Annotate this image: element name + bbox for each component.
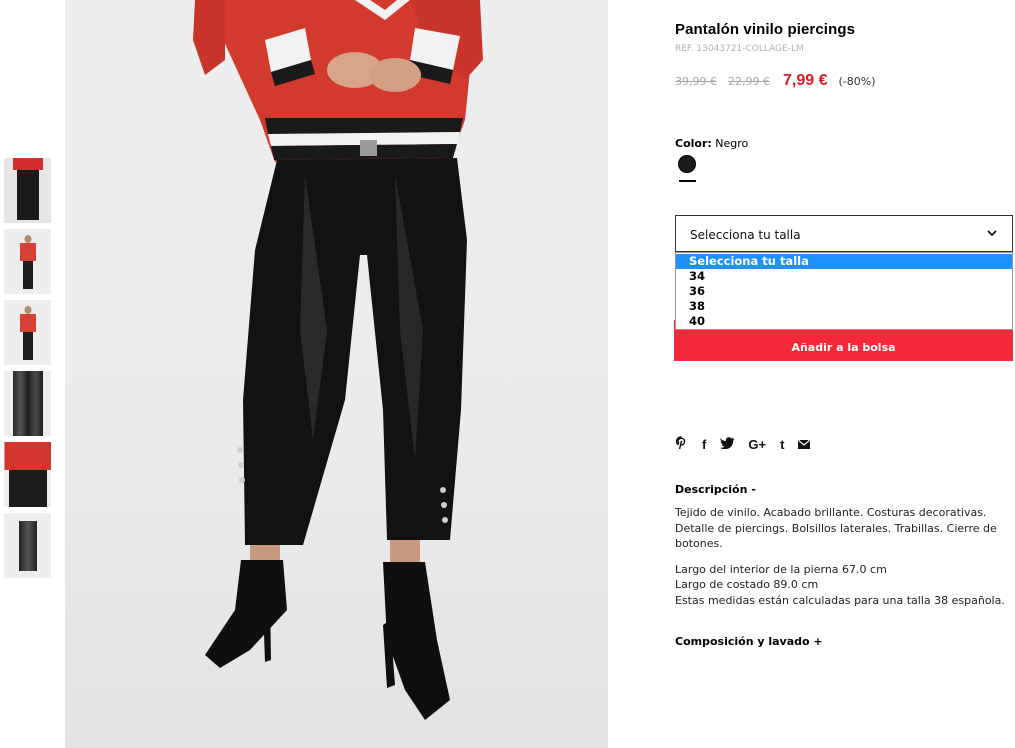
size-select[interactable]: Selecciona tu talla [675, 215, 1013, 252]
thumbnail-1[interactable] [4, 158, 51, 223]
main-product-image[interactable] [65, 0, 608, 748]
measure-side: Largo de costado 89.0 cm [675, 578, 819, 591]
description-heading[interactable]: Descripción - [675, 483, 756, 496]
thumbnail-strip [4, 158, 52, 584]
color-label-title: Color: [675, 137, 712, 150]
size-dropdown-list: Selecciona tu talla 34 36 38 40 [675, 252, 1013, 330]
share-icons: f G+ t [675, 436, 811, 453]
description-body: Tejido de vinilo. Acabado brillante. Cos… [675, 505, 1005, 608]
google-plus-icon[interactable]: G+ [748, 437, 766, 452]
previous-price: 22,99 € [728, 75, 770, 88]
product-reference: REF. 13043721-COLLAGE-LM [675, 44, 804, 54]
email-icon[interactable] [798, 438, 811, 452]
size-option[interactable]: Selecciona tu talla [676, 254, 1012, 269]
composition-heading[interactable]: Composición y lavado + [675, 635, 823, 648]
thumbnail-6[interactable] [4, 513, 51, 578]
size-option[interactable]: 40 [676, 314, 1012, 329]
color-label: Color: Negro [675, 137, 748, 150]
original-price: 39,99 € [675, 75, 717, 88]
description-text: Tejido de vinilo. Acabado brillante. Cos… [675, 506, 997, 550]
product-title: Pantalón vinilo piercings [675, 21, 856, 38]
product-page: Pantalón vinilo piercings REF. 13043721-… [0, 0, 1015, 748]
discount-badge: (-80%) [838, 75, 876, 88]
twitter-icon[interactable] [720, 437, 736, 452]
color-value: Negro [715, 137, 749, 150]
thumbnail-5[interactable] [4, 442, 51, 507]
size-option[interactable]: 36 [676, 284, 1012, 299]
tumblr-icon[interactable]: t [780, 437, 784, 452]
pinterest-icon[interactable] [675, 436, 688, 453]
current-price: 7,99 € [783, 72, 828, 89]
size-option[interactable]: 34 [676, 269, 1012, 284]
product-photo-illustration [193, 0, 483, 720]
thumbnail-4[interactable] [4, 371, 51, 436]
facebook-icon[interactable]: f [702, 437, 706, 452]
color-swatch-black[interactable] [678, 155, 696, 173]
size-select-value: Selecciona tu talla [690, 228, 801, 242]
thumbnail-2[interactable] [4, 229, 51, 294]
measure-inseam: Largo del interior de la pierna 67.0 cm [675, 562, 887, 576]
selected-swatch-indicator [679, 180, 696, 182]
price-block: 39,99 € 22,99 € 7,99 € (-80%) [675, 72, 876, 90]
thumbnail-3[interactable] [4, 300, 51, 365]
measure-note: Estas medidas están calculadas para una … [675, 593, 1005, 607]
size-option[interactable]: 38 [676, 299, 1012, 314]
chevron-down-icon [987, 230, 997, 237]
